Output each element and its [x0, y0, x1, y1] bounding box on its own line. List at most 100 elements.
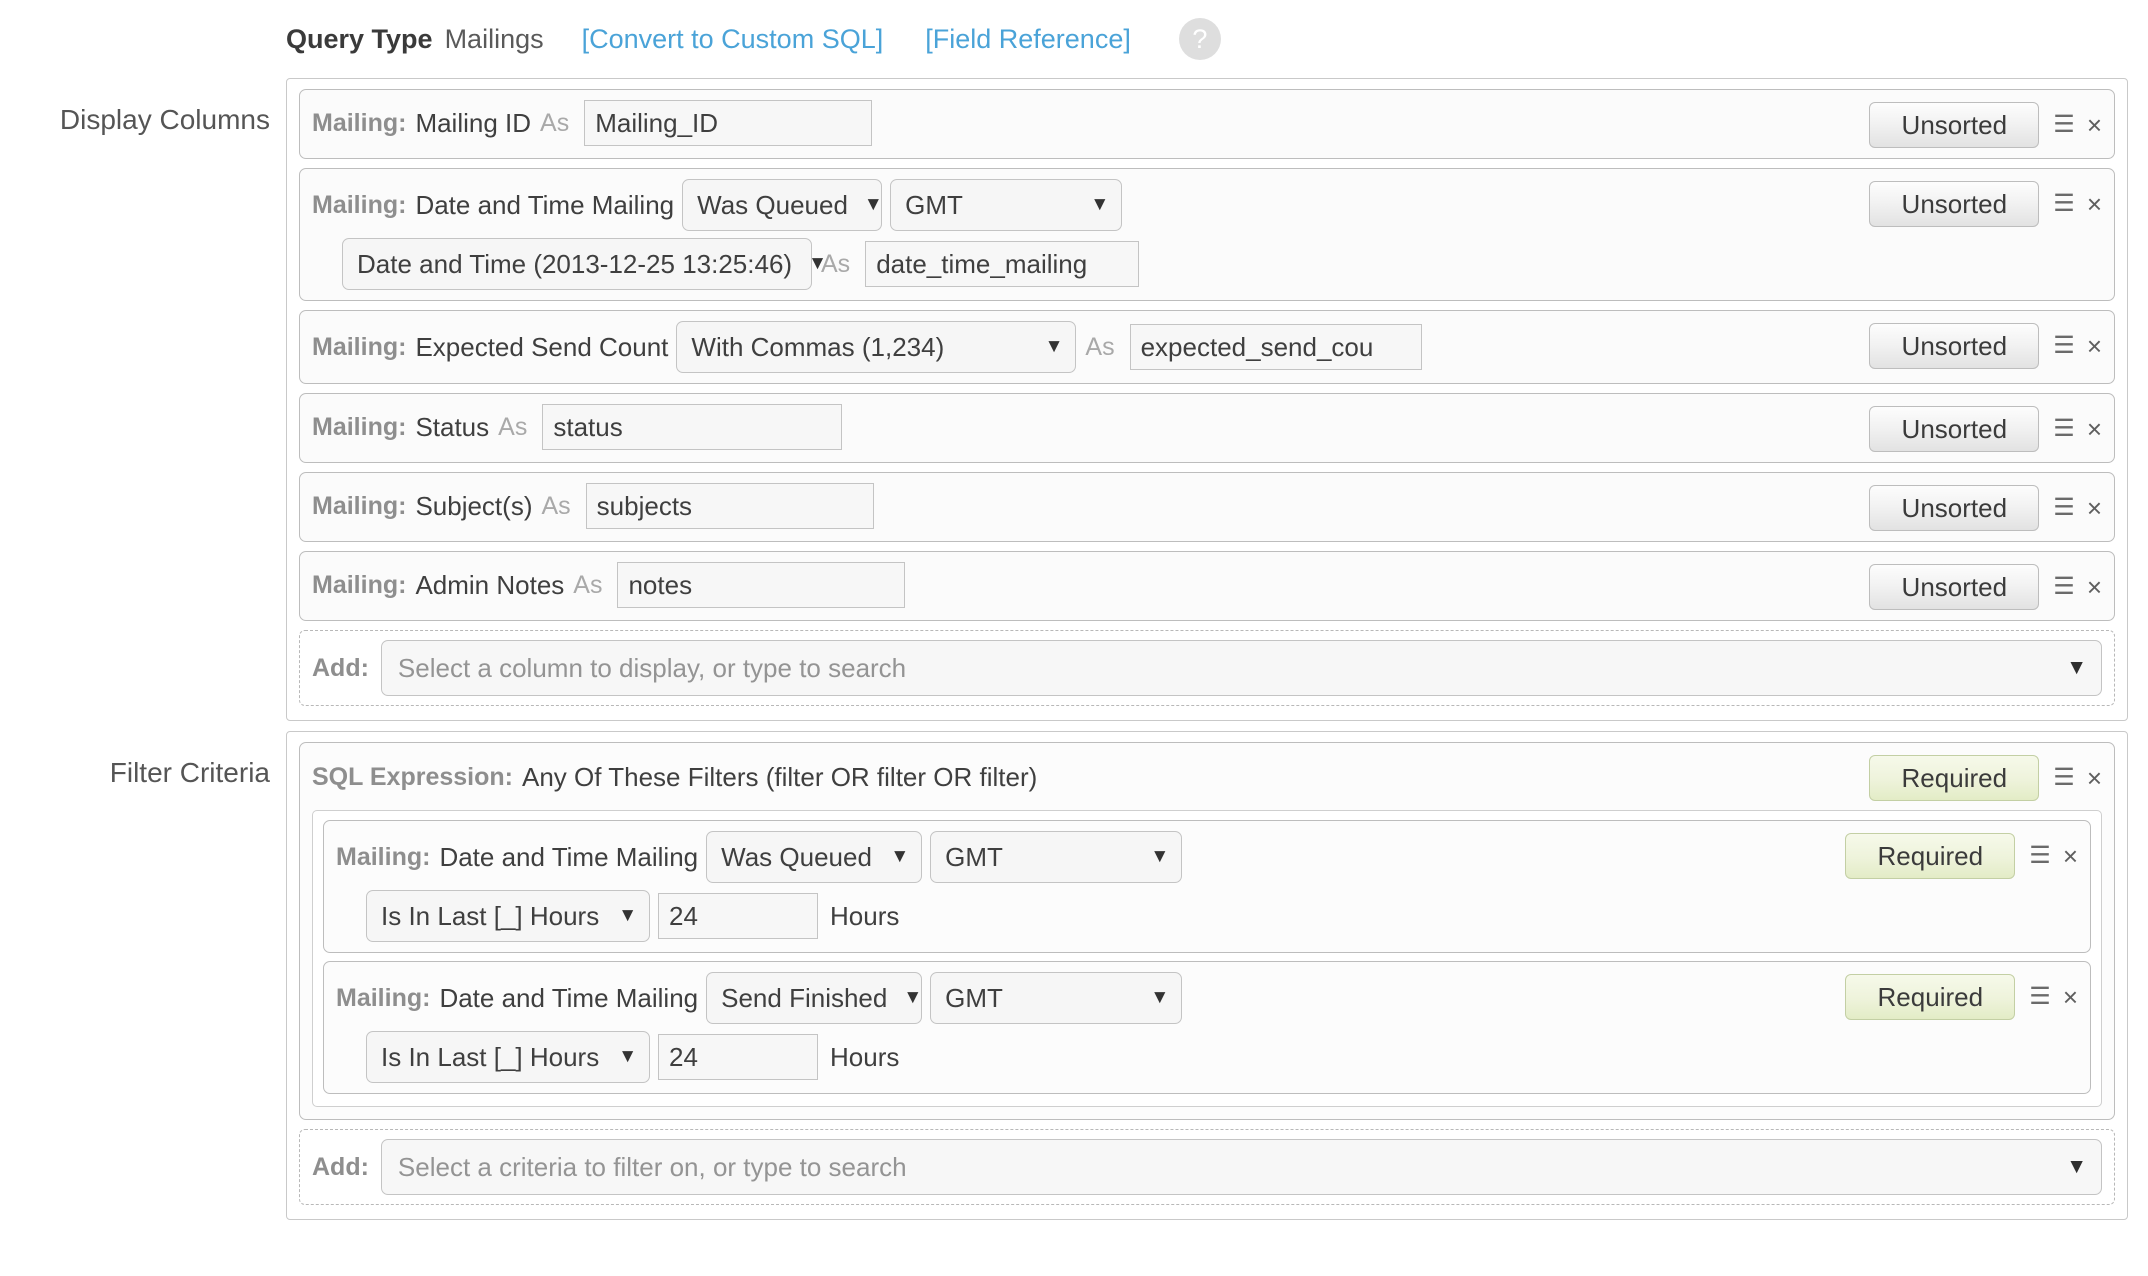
row-controls: Required ☰ ×: [1869, 753, 2102, 801]
sort-toggle-button[interactable]: Unsorted: [1869, 102, 2040, 148]
status-select[interactable]: Was Queued ▼: [682, 179, 883, 231]
status-select[interactable]: Was Queued ▼: [706, 831, 923, 883]
add-column-select[interactable]: Select a column to display, or type to s…: [380, 640, 2102, 696]
table-prefix: Mailing:: [312, 108, 407, 137]
sort-toggle-button[interactable]: Unsorted: [1869, 485, 2040, 531]
as-label: As: [821, 249, 851, 278]
number-format-select[interactable]: With Commas (1,234) ▼: [676, 321, 1077, 373]
chevron-down-icon: ▼: [1090, 194, 1110, 215]
field-name: Date and Time Mailing: [439, 841, 699, 872]
drag-handle-icon[interactable]: ☰: [2053, 113, 2075, 137]
close-icon[interactable]: ×: [2087, 765, 2102, 791]
chevron-down-icon: ▼: [618, 1046, 637, 1067]
timezone-select-value: GMT: [905, 189, 963, 220]
table-row[interactable]: Mailing: Admin Notes As Unsorted ☰ ×: [299, 551, 2115, 621]
hours-value-input[interactable]: [658, 1034, 818, 1080]
table-row[interactable]: Mailing: Date and Time Mailing Send Fini…: [323, 961, 2091, 1094]
as-label: As: [1085, 332, 1115, 361]
timezone-select[interactable]: GMT ▼: [930, 972, 1183, 1024]
chevron-down-icon: ▼: [2066, 1155, 2087, 1178]
table-row[interactable]: Mailing: Date and Time Mailing Was Queue…: [323, 820, 2091, 953]
chevron-down-icon: ▼: [1150, 846, 1170, 867]
row-line: Mailing: Mailing ID As: [312, 100, 1855, 146]
drag-handle-icon[interactable]: ☰: [2053, 417, 2075, 441]
add-column-row: Add: Select a column to display, or type…: [299, 630, 2115, 706]
field-name: Mailing ID: [415, 107, 532, 138]
drag-handle-icon[interactable]: ☰: [2029, 985, 2051, 1009]
close-icon[interactable]: ×: [2087, 574, 2102, 600]
close-icon[interactable]: ×: [2063, 843, 2078, 869]
field-name: Expected Send Count: [415, 331, 669, 362]
sort-toggle-button[interactable]: Unsorted: [1869, 406, 2040, 452]
add-column-placeholder: Select a column to display, or type to s…: [397, 652, 907, 683]
status-select-value: Was Queued: [721, 841, 872, 872]
drag-handle-icon[interactable]: ☰: [2053, 575, 2075, 599]
sql-expression-group[interactable]: SQL Expression: Any Of These Filters (fi…: [299, 742, 2115, 1120]
close-icon[interactable]: ×: [2087, 495, 2102, 521]
row-content: Mailing: Admin Notes As: [312, 562, 1855, 608]
date-format-select-value: Date and Time (2013-12-25 13:25:46): [357, 248, 793, 279]
row-content: Mailing: Date and Time Mailing Was Queue…: [312, 179, 1855, 290]
status-select[interactable]: Send Finished ▼: [706, 972, 922, 1024]
help-question-icon[interactable]: ?: [1178, 18, 1221, 60]
field-name: Date and Time Mailing: [439, 982, 699, 1013]
status-select-value: Was Queued: [697, 189, 848, 220]
row-line: Is In Last [_] Hours ▼ Hours: [336, 1031, 1831, 1083]
row-controls: Unsorted ☰ ×: [1869, 321, 2102, 369]
row-controls: Required ☰ ×: [1845, 831, 2078, 879]
close-icon[interactable]: ×: [2063, 984, 2078, 1010]
row-controls: Unsorted ☰ ×: [1869, 483, 2102, 531]
table-row[interactable]: Mailing: Status As Unsorted ☰ ×: [299, 393, 2115, 463]
chevron-down-icon: ▼: [618, 905, 637, 926]
drag-handle-icon[interactable]: ☰: [2029, 844, 2051, 868]
table-prefix: Mailing:: [312, 570, 407, 599]
table-row[interactable]: Mailing: Subject(s) As Unsorted ☰ ×: [299, 472, 2115, 542]
row-content: Mailing: Mailing ID As: [312, 100, 1855, 146]
table-row[interactable]: Mailing: Expected Send Count With Commas…: [299, 310, 2115, 384]
as-label: As: [498, 412, 528, 441]
field-reference-link[interactable]: [Field Reference]: [925, 24, 1131, 55]
alias-input[interactable]: [542, 404, 843, 450]
add-criteria-select[interactable]: Select a criteria to filter on, or type …: [380, 1139, 2102, 1195]
timezone-select[interactable]: GMT ▼: [930, 831, 1183, 883]
chevron-down-icon: ▼: [1150, 987, 1170, 1008]
timezone-select-value: GMT: [945, 841, 1003, 872]
close-icon[interactable]: ×: [2087, 191, 2102, 217]
close-icon[interactable]: ×: [2087, 416, 2102, 442]
date-format-select[interactable]: Date and Time (2013-12-25 13:25:46) ▼: [342, 238, 827, 290]
table-prefix: Mailing:: [336, 842, 431, 871]
drag-handle-icon[interactable]: ☰: [2053, 334, 2075, 358]
hours-unit-label: Hours: [830, 1041, 900, 1072]
drag-handle-icon[interactable]: ☰: [2053, 192, 2075, 216]
hours-value-input[interactable]: [658, 893, 818, 939]
operator-select[interactable]: Is In Last [_] Hours ▼: [366, 1031, 650, 1083]
drag-handle-icon[interactable]: ☰: [2053, 496, 2075, 520]
timezone-select-value: GMT: [945, 982, 1003, 1013]
timezone-select[interactable]: GMT ▼: [890, 179, 1123, 231]
alias-input[interactable]: [585, 483, 874, 529]
row-content: Mailing: Status As: [312, 404, 1855, 450]
sort-toggle-button[interactable]: Unsorted: [1869, 181, 2040, 227]
table-row[interactable]: Mailing: Date and Time Mailing Was Queue…: [299, 168, 2115, 301]
field-name: Subject(s): [415, 490, 533, 521]
drag-handle-icon[interactable]: ☰: [2053, 766, 2075, 790]
sql-expression-header: SQL Expression: Any Of These Filters (fi…: [312, 753, 2102, 801]
sort-toggle-button[interactable]: Unsorted: [1869, 323, 2040, 369]
close-icon[interactable]: ×: [2087, 112, 2102, 138]
required-toggle-button[interactable]: Required: [1845, 833, 2016, 879]
sort-toggle-button[interactable]: Unsorted: [1869, 564, 2040, 610]
required-toggle-button[interactable]: Required: [1845, 974, 2016, 1020]
as-label: As: [573, 570, 603, 599]
filter-criteria-label: Filter Criteria: [109, 757, 270, 788]
alias-input[interactable]: [584, 100, 873, 146]
query-type-label: Query Type: [286, 23, 433, 54]
alias-input[interactable]: [617, 562, 906, 608]
operator-select[interactable]: Is In Last [_] Hours ▼: [366, 890, 650, 942]
required-toggle-button[interactable]: Required: [1869, 755, 2040, 801]
table-row[interactable]: Mailing: Mailing ID As Unsorted ☰ ×: [299, 89, 2115, 159]
alias-input[interactable]: [865, 241, 1140, 287]
convert-to-custom-sql-link[interactable]: [Convert to Custom SQL]: [582, 24, 884, 55]
alias-input[interactable]: [1129, 324, 1422, 370]
close-icon[interactable]: ×: [2087, 333, 2102, 359]
row-line: Mailing: Date and Time Mailing Was Queue…: [336, 831, 1831, 883]
